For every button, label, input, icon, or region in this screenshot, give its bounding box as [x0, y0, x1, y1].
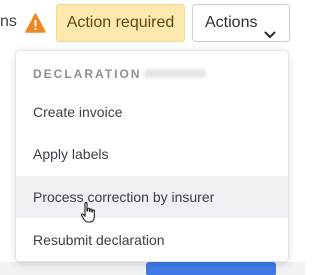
redacted-declaration-id — [144, 69, 206, 78]
actions-button[interactable]: Actions — [192, 4, 290, 42]
warning-triangle-icon — [25, 13, 46, 33]
menu-item-apply-labels[interactable]: Apply labels — [16, 133, 288, 175]
action-required-badge[interactable]: Action required — [56, 4, 185, 42]
menu-item-label: Apply labels — [33, 146, 109, 162]
dropdown-header: DECLARATION — [33, 67, 142, 81]
hand-pointer-cursor-icon — [80, 201, 98, 225]
background-primary-button[interactable] — [146, 262, 276, 275]
actions-dropdown-menu: DECLARATION Create invoice Apply labels … — [15, 50, 289, 262]
page: ns Action required Actions DECLARATION C… — [0, 0, 305, 275]
toolbar-previous-label[interactable]: ns — [0, 13, 17, 31]
menu-item-process-correction[interactable]: Process correction by insurer — [16, 176, 288, 218]
menu-item-label: Resubmit declaration — [33, 232, 165, 248]
menu-item-create-invoice[interactable]: Create invoice — [16, 91, 288, 133]
menu-item-resubmit-declaration[interactable]: Resubmit declaration — [16, 219, 288, 261]
chevron-down-icon — [264, 18, 276, 38]
menu-item-label: Create invoice — [33, 104, 123, 120]
actions-button-label: Actions — [205, 14, 258, 31]
menu-item-label: Process correction by insurer — [33, 189, 215, 205]
